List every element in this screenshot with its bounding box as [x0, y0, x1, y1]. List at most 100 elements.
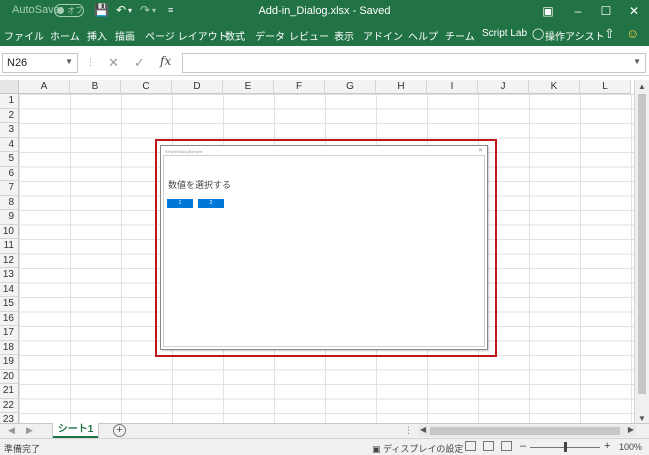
minimize-button[interactable]: – — [568, 2, 588, 20]
row-header[interactable]: 3 — [0, 123, 19, 138]
vertical-scrollbar[interactable]: ▲ ▼ — [634, 80, 649, 425]
row-header[interactable]: 21 — [0, 384, 19, 399]
column-header[interactable]: C — [121, 80, 172, 94]
tab-file[interactable]: ファイル — [4, 28, 44, 43]
zoom-out-icon[interactable]: – — [520, 440, 526, 452]
scroll-right-icon[interactable]: ▶ — [628, 425, 634, 434]
select-all-corner[interactable] — [0, 80, 19, 94]
dialog-content: 数値を選択する 1 2 — [163, 155, 485, 347]
tab-addins[interactable]: アドイン — [363, 28, 403, 43]
share-icon[interactable]: ⇧ — [604, 26, 615, 42]
tab-review[interactable]: レビュー — [289, 28, 329, 43]
row-header[interactable]: 4 — [0, 137, 19, 152]
row-header[interactable]: 14 — [0, 282, 19, 297]
number-2-button[interactable]: 2 — [198, 199, 224, 208]
column-header[interactable]: E — [223, 80, 274, 94]
tab-home[interactable]: ホーム — [50, 28, 80, 43]
row-header[interactable]: 2 — [0, 108, 19, 123]
prev-sheet-icon[interactable]: ◀ — [8, 425, 15, 436]
column-header[interactable]: I — [427, 80, 478, 94]
next-sheet-icon[interactable]: ▶ — [26, 425, 33, 436]
row-header[interactable]: 12 — [0, 253, 19, 268]
expand-formula-icon[interactable]: ▼ — [633, 57, 641, 66]
row-header[interactable]: 22 — [0, 398, 19, 413]
tab-data[interactable]: データ — [255, 28, 285, 43]
row-header[interactable]: 7 — [0, 181, 19, 196]
zoom-in-icon[interactable]: + — [604, 440, 610, 452]
sheet-tab-bar: ◀ ▶ シート1 + ⋮ ◀ ▶ — [0, 423, 649, 438]
tab-draw[interactable]: 描画 — [115, 28, 135, 43]
tab-formulas[interactable]: 数式 — [225, 28, 245, 43]
name-box[interactable]: N26 ▼ — [2, 53, 78, 73]
addin-dialog: SimpleDialogSample ✕ 数値を選択する 1 2 — [160, 145, 488, 350]
row-header[interactable]: 10 — [0, 224, 19, 239]
normal-view-icon[interactable] — [465, 441, 476, 451]
chevron-down-icon[interactable]: ▼ — [65, 57, 73, 66]
column-header[interactable]: H — [376, 80, 427, 94]
horizontal-scrollbar[interactable]: ◀ ▶ — [418, 425, 636, 437]
row-header[interactable]: 9 — [0, 210, 19, 225]
row-header[interactable]: 8 — [0, 195, 19, 210]
row-header[interactable]: 11 — [0, 239, 19, 254]
tab-page-layout[interactable]: ページ レイアウト — [145, 28, 228, 43]
tab-team[interactable]: チーム — [445, 28, 475, 43]
formula-input[interactable]: ▼ — [182, 53, 646, 73]
status-bar: 準備完了 ▣ ディスプレイの設定 – + 100% — [0, 438, 649, 455]
row-header[interactable]: 18 — [0, 340, 19, 355]
column-header[interactable]: F — [274, 80, 325, 94]
number-1-button[interactable]: 1 — [167, 199, 193, 208]
dialog-title: SimpleDialogSample — [165, 149, 203, 154]
column-header[interactable]: A — [19, 80, 70, 94]
row-header[interactable]: 13 — [0, 268, 19, 283]
zoom-slider-thumb[interactable] — [564, 442, 567, 452]
insert-function-icon[interactable]: fx — [160, 54, 171, 68]
cancel-icon[interactable]: ✕ — [108, 55, 119, 71]
ribbon-display-icon[interactable]: ▣ — [538, 2, 558, 20]
display-settings-button[interactable]: ▣ ディスプレイの設定 — [372, 442, 463, 455]
close-icon[interactable]: ✕ — [478, 147, 483, 154]
tab-help[interactable]: ヘルプ — [408, 28, 438, 43]
scroll-left-icon[interactable]: ◀ — [420, 425, 426, 434]
row-header[interactable]: 1 — [0, 94, 19, 109]
status-ready: 準備完了 — [4, 444, 41, 454]
ribbon-tabs: ファイル ホーム 挿入 描画 ページ レイアウト 数式 データ レビュー 表示 … — [0, 22, 649, 46]
column-header[interactable]: L — [580, 80, 631, 94]
formula-bar: N26 ▼ ⋮ ✕ ✓ fx ▼ — [0, 50, 649, 76]
close-button[interactable]: ✕ — [624, 2, 644, 20]
row-header[interactable]: 20 — [0, 369, 19, 384]
name-box-value: N26 — [7, 57, 28, 69]
column-header[interactable]: D — [172, 80, 223, 94]
smiley-icon[interactable]: ☺ — [626, 26, 639, 41]
row-header[interactable]: 16 — [0, 311, 19, 326]
row-header[interactable]: 5 — [0, 152, 19, 167]
enter-icon[interactable]: ✓ — [134, 55, 145, 71]
column-header[interactable]: B — [70, 80, 121, 94]
row-header[interactable]: 6 — [0, 166, 19, 181]
column-header[interactable]: K — [529, 80, 580, 94]
add-sheet-icon[interactable]: + — [113, 424, 126, 437]
display-settings-label: ディスプレイの設定 — [383, 444, 464, 454]
row-header[interactable]: 17 — [0, 326, 19, 341]
sheet-tab-active[interactable]: シート1 — [53, 423, 98, 438]
tab-view[interactable]: 表示 — [334, 28, 354, 43]
scroll-down-icon[interactable]: ▼ — [638, 414, 646, 423]
more-options-icon[interactable]: ⋮ — [86, 57, 95, 68]
maximize-button[interactable]: ☐ — [596, 2, 616, 20]
row-header[interactable]: 15 — [0, 297, 19, 312]
split-handle-icon[interactable]: ⋮ — [404, 425, 413, 436]
vertical-scroll-thumb[interactable] — [638, 94, 646, 394]
title-bar: AutoSave オフ 💾 ↶ ▾ ↷ ▾ ≡ Add-in_Dialog.xl… — [0, 0, 649, 22]
tab-script-lab[interactable]: Script Lab — [482, 28, 527, 39]
horizontal-scroll-thumb[interactable] — [430, 427, 620, 435]
row-header[interactable]: 19 — [0, 355, 19, 370]
column-header[interactable]: J — [478, 80, 529, 94]
lightbulb-icon: ◯ — [532, 28, 545, 40]
scroll-up-icon[interactable]: ▲ — [638, 82, 646, 91]
page-layout-view-icon[interactable] — [483, 441, 494, 451]
tab-insert[interactable]: 挿入 — [87, 28, 107, 43]
tell-me-search[interactable]: 操作アシスト — [545, 28, 605, 43]
dialog-prompt: 数値を選択する — [168, 180, 232, 190]
column-header[interactable]: G — [325, 80, 376, 94]
page-break-view-icon[interactable] — [501, 441, 512, 451]
zoom-level[interactable]: 100% — [619, 442, 642, 452]
